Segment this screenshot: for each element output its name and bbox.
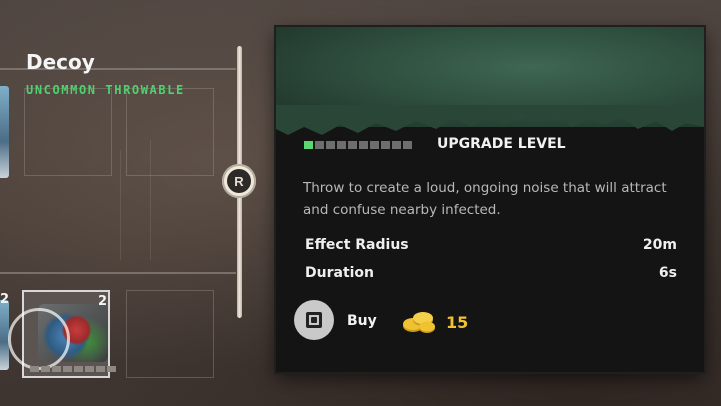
buy-label[interactable]: Buy — [347, 313, 377, 329]
edge-item-count: 2 — [0, 292, 10, 307]
upgrade-pip — [392, 141, 401, 149]
inventory-slot[interactable] — [126, 88, 214, 176]
selected-item-count: 2 — [98, 294, 108, 309]
stat-row-duration: Duration 6s — [305, 265, 677, 285]
upgrade-pip — [348, 141, 357, 149]
upgrade-pip — [337, 141, 346, 149]
price-value: 15 — [446, 313, 469, 332]
upgrade-pip — [359, 141, 368, 149]
stat-value: 6s — [658, 265, 677, 281]
upgrade-pip — [381, 141, 390, 149]
r-button-icon: R — [227, 169, 251, 193]
switch-button[interactable]: R — [222, 164, 256, 198]
inventory-slot[interactable] — [24, 88, 112, 176]
edge-item-top[interactable] — [0, 86, 9, 178]
upgrade-pip — [370, 141, 379, 149]
stat-value: 20m — [642, 237, 677, 253]
stat-label: Effect Radius — [305, 237, 409, 253]
selection-ring-icon — [8, 308, 70, 370]
upgrade-pip — [315, 141, 324, 149]
selected-item-upgrade-bar — [30, 366, 116, 372]
upgrade-level-bar — [304, 141, 412, 149]
parts-coins-icon — [403, 312, 435, 333]
shelf-divider-bottom — [0, 272, 236, 274]
square-button-icon — [306, 312, 322, 328]
background-sketch — [120, 150, 121, 260]
background-sketch — [150, 140, 151, 260]
upgrade-pip — [326, 141, 335, 149]
upgrade-level-label: UPGRADE LEVEL — [437, 136, 566, 152]
item-rarity-type: UNCOMMON THROWABLE — [26, 83, 185, 97]
stat-row-effect-radius: Effect Radius 20m — [305, 237, 677, 257]
item-description: Throw to create a loud, ongoing noise th… — [303, 180, 667, 218]
upgrade-pip — [403, 141, 412, 149]
inventory-slot[interactable] — [126, 290, 214, 378]
buy-button[interactable] — [294, 300, 334, 340]
stat-label: Duration — [305, 265, 375, 281]
item-title: Decoy — [26, 50, 95, 74]
upgrade-pip — [304, 141, 313, 149]
